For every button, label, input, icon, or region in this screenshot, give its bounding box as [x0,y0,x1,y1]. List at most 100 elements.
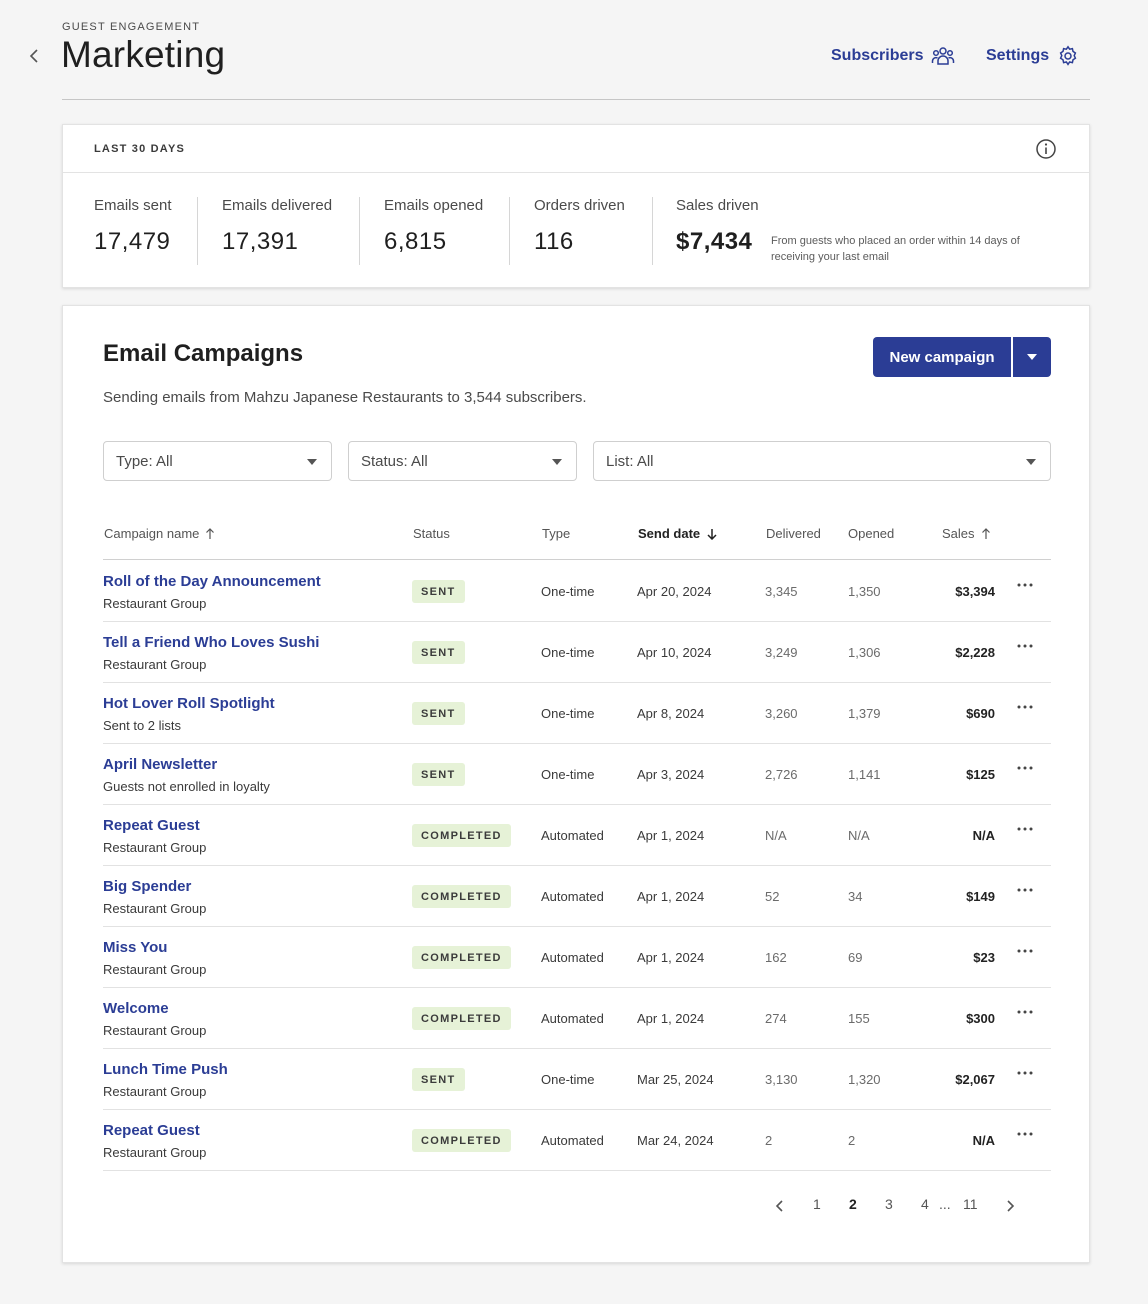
opened-count: 69 [848,950,863,965]
subscribers-link[interactable]: Subscribers [831,45,955,67]
campaign-type: Automated [541,828,604,843]
new-campaign-dropdown-button[interactable] [1013,337,1051,377]
status-badge: SENT [412,1068,465,1091]
more-horizontal-icon[interactable] [1017,1071,1033,1075]
sales-amount: $690 [966,706,995,721]
campaign-name-link[interactable]: Roll of the Day Announcement [103,573,321,590]
sales-amount: $125 [966,767,995,782]
table-row: Tell a Friend Who Loves Sushi Restaurant … [103,622,1051,683]
more-horizontal-icon[interactable] [1017,949,1033,953]
col-label: Sales [942,526,975,541]
stat-divider [652,197,653,265]
page-last[interactable]: 11 [963,1196,978,1212]
sales-amount: $300 [966,1011,995,1026]
delivered-count: 3,130 [765,1072,798,1087]
opened-count: 155 [848,1011,870,1026]
back-button[interactable] [24,44,44,68]
stat-divider [197,197,198,265]
caret-down-icon [1027,354,1037,360]
stat-value: 6,815 [384,228,447,255]
sales-driven-note: From guests who placed an order within 1… [771,235,1020,263]
page-1[interactable]: 1 [813,1196,821,1212]
campaign-name-link[interactable]: Welcome [103,1000,169,1017]
more-horizontal-icon[interactable] [1017,888,1033,892]
delivered-count: 162 [765,950,787,965]
campaign-type: Automated [541,1133,604,1148]
header-divider [62,99,1090,100]
campaign-audience: Sent to 2 lists [103,718,182,733]
page-2[interactable]: 2 [849,1196,857,1212]
chevron-left-icon[interactable] [775,1199,785,1213]
campaign-type: One-time [541,1072,595,1087]
send-date: Apr 3, 2024 [637,767,705,782]
info-icon[interactable] [1035,138,1057,160]
sales-amount: $2,228 [955,645,995,660]
col-sales[interactable]: Sales [942,526,991,541]
col-send-date[interactable]: Send date [638,526,718,541]
page-ellipsis: ... [939,1196,951,1212]
new-campaign-button[interactable]: New campaign [873,337,1011,377]
campaign-name-link[interactable]: Big Spender [103,878,191,895]
sales-amount: $2,067 [955,1072,995,1087]
campaign-name-link[interactable]: Hot Lover Roll Spotlight [103,695,275,712]
status-filter-select[interactable]: Status: All [348,441,577,481]
type-filter-value: Type: All [116,452,173,470]
campaign-name-link[interactable]: Repeat Guest [103,817,200,834]
more-horizontal-icon[interactable] [1017,705,1033,709]
caret-down-icon [1026,459,1036,465]
send-date: Apr 1, 2024 [637,828,705,843]
delivered-count: 52 [765,889,780,904]
page-title: Marketing [61,34,226,75]
campaign-type: One-time [541,584,595,599]
campaign-audience: Restaurant Group [103,962,207,977]
campaign-name-link[interactable]: Tell a Friend Who Loves Sushi [103,634,319,651]
send-date: Apr 1, 2024 [637,1011,705,1026]
subscribers-label: Subscribers [831,47,924,64]
stat-sales-driven: Sales driven $7,434 [676,197,759,256]
col-delivered: Delivered [766,526,821,541]
chevron-right-icon[interactable] [1005,1199,1015,1213]
delivered-count: 3,249 [765,645,798,660]
table-row: Hot Lover Roll Spotlight Sent to 2 lists S… [103,683,1051,744]
campaign-audience: Guests not enrolled in loyalty [103,779,270,794]
col-label: Campaign name [104,526,200,541]
sales-amount: $3,394 [955,584,995,599]
sales-amount: $149 [966,889,995,904]
stat-label: Emails delivered [222,197,333,214]
sales-amount: N/A [972,828,995,843]
page-eyebrow: GUEST ENGAGEMENT [62,21,201,33]
settings-link[interactable]: Settings [986,45,1079,67]
type-filter-select[interactable]: Type: All [103,441,332,481]
status-badge: COMPLETED [412,1129,511,1152]
stat-emails-delivered: Emails delivered 17,391 [222,197,332,256]
campaigns-title: Email Campaigns [103,340,304,367]
pagination: 1 2 3 4 ... 11 [775,1194,1035,1218]
table-header: Campaign name Status Type Send date Deli… [103,518,1051,560]
send-date: Mar 24, 2024 [637,1133,714,1148]
campaigns-card: Email Campaigns Sending emails from Mahz… [62,305,1090,1263]
col-campaign-name[interactable]: Campaign name [104,526,215,541]
campaign-name-link[interactable]: April Newsletter [103,756,217,773]
campaign-audience: Restaurant Group [103,1023,207,1038]
more-horizontal-icon[interactable] [1017,644,1033,648]
campaign-audience: Restaurant Group [103,901,207,916]
campaign-name-link[interactable]: Miss You [103,939,167,956]
more-horizontal-icon[interactable] [1017,766,1033,770]
page-3[interactable]: 3 [885,1196,893,1212]
campaign-audience: Restaurant Group [103,596,207,611]
stats-period-label: LAST 30 DAYS [94,143,186,155]
opened-count: 1,379 [848,706,881,721]
opened-count: N/A [848,828,870,843]
campaign-name-link[interactable]: Lunch Time Push [103,1061,228,1078]
campaign-name-link[interactable]: Repeat Guest [103,1122,200,1139]
campaign-type: Automated [541,889,604,904]
more-horizontal-icon[interactable] [1017,827,1033,831]
more-horizontal-icon[interactable] [1017,583,1033,587]
send-date: Apr 20, 2024 [637,584,712,599]
page-4[interactable]: 4 [921,1196,929,1212]
campaign-type: Automated [541,950,604,965]
stat-divider [509,197,510,265]
list-filter-select[interactable]: List: All [593,441,1051,481]
more-horizontal-icon[interactable] [1017,1010,1033,1014]
more-horizontal-icon[interactable] [1017,1132,1033,1136]
